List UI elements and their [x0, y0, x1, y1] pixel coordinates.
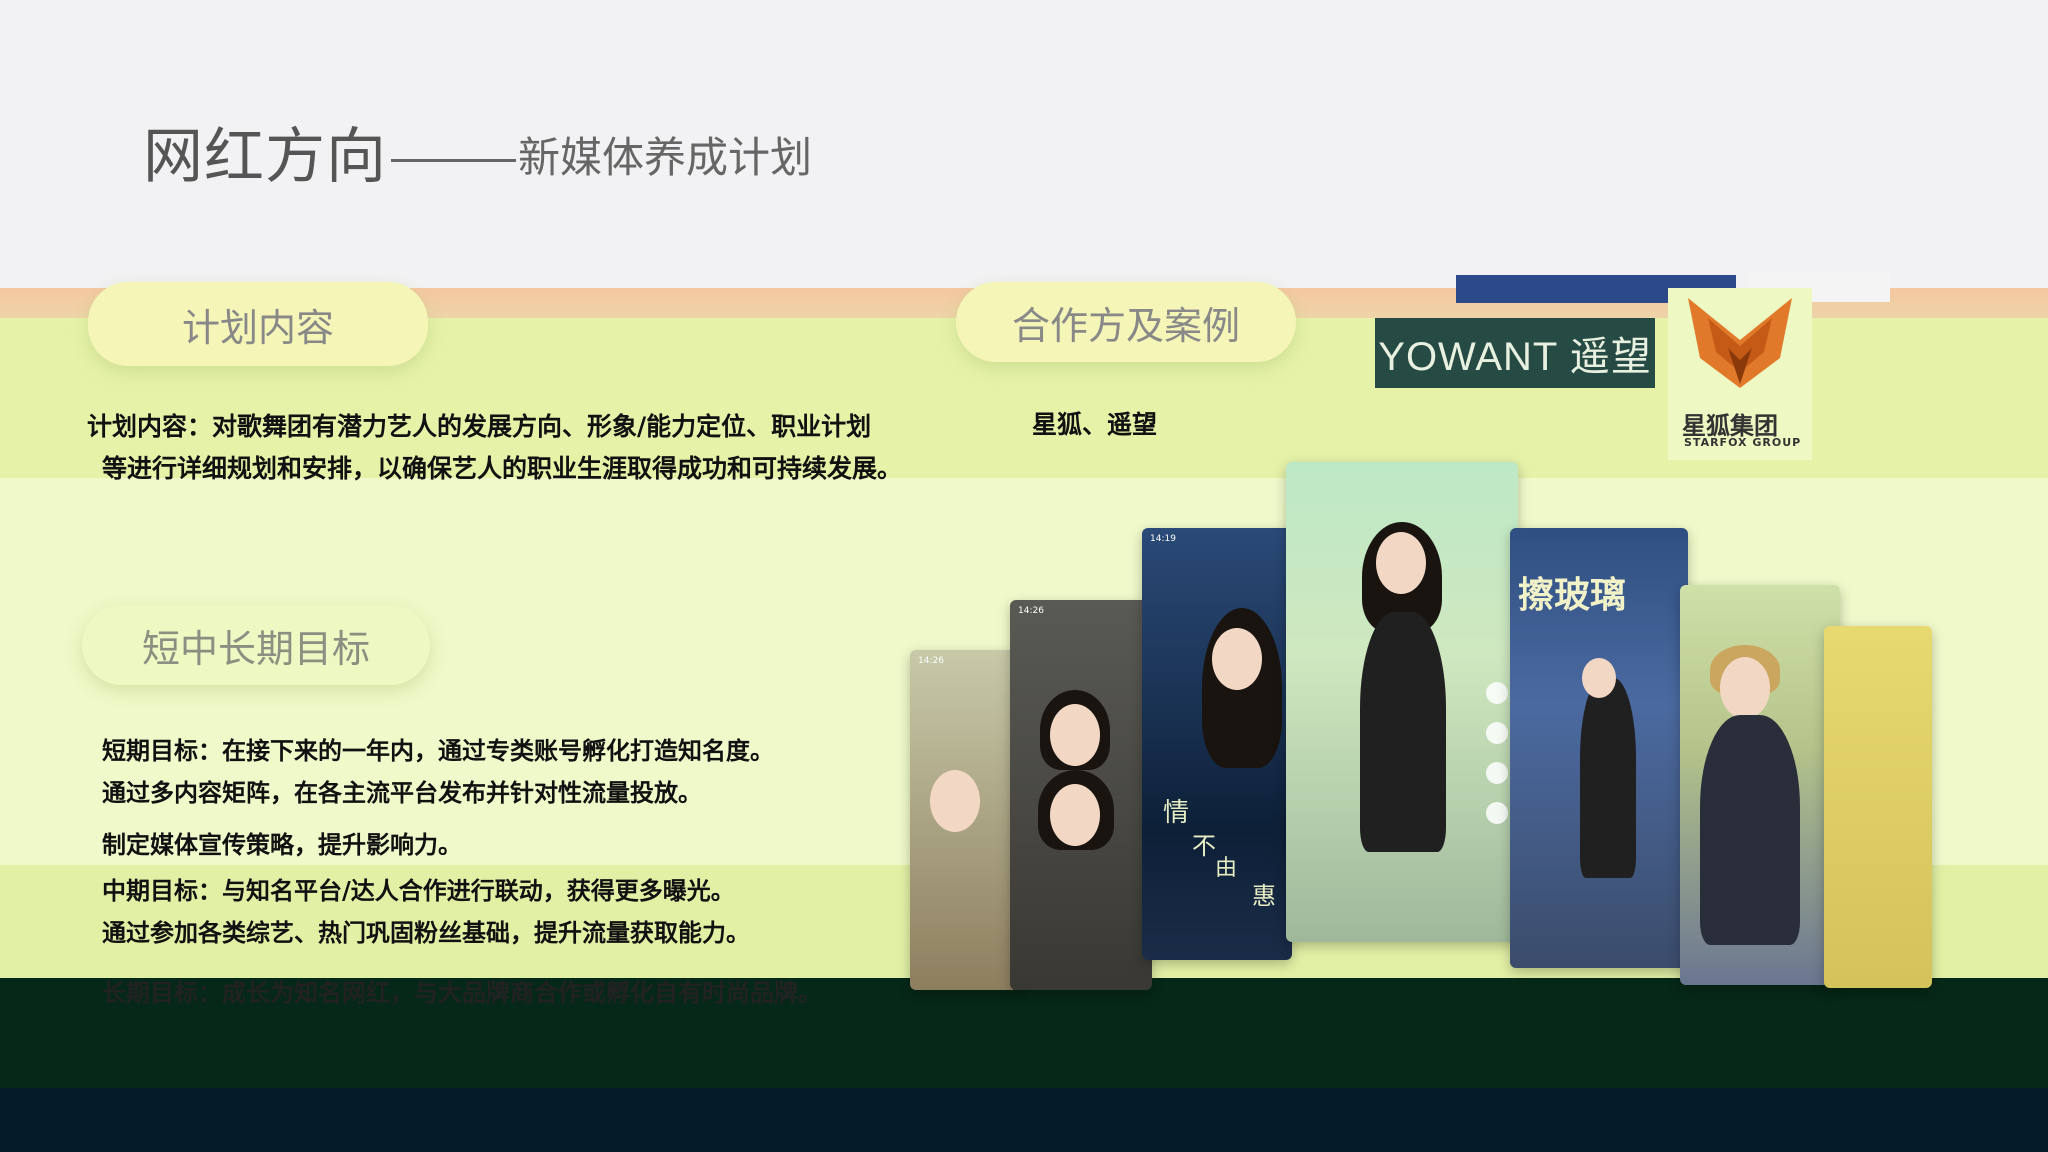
phone-caption-bu: 不 — [1192, 832, 1216, 860]
goal-short-3: 制定媒体宣传策略，提升影响力。 — [102, 830, 462, 859]
page-title-text: 网红方向 — [143, 122, 387, 192]
phone-caption-glass: 擦玻璃 — [1518, 575, 1627, 616]
phone-time-1: 14:26 — [918, 656, 944, 666]
dress-shape — [1360, 612, 1446, 852]
section-goals-title: 短中长期目标 — [82, 605, 430, 685]
person-image — [1050, 784, 1100, 846]
phone-screenshot-1: 14:26 — [910, 650, 1018, 990]
plan-line-2: 等进行详细规划和安排，以确保艺人的职业生涯取得成功和可持续发展。 — [102, 454, 903, 483]
phone-screenshot-4 — [1286, 462, 1518, 942]
person-image — [1582, 658, 1616, 698]
heart-icon — [1486, 682, 1508, 704]
plan-line-1: 计划内容：对歌舞团有潜力艺人的发展方向、形象/能力定位、职业计划 — [87, 412, 872, 441]
star-icon — [1486, 762, 1508, 784]
person-image — [930, 770, 980, 832]
phone-screenshot-2: 14:26 — [1010, 600, 1152, 990]
goal-short-2: 通过多内容矩阵，在各主流平台发布并针对性流量投放。 — [102, 778, 702, 807]
yowant-logo-text: YOWANT 遥望 — [1378, 335, 1652, 379]
goal-mid-1: 中期目标：与知名平台/达人合作进行联动，获得更多曝光。 — [102, 876, 735, 905]
person-image — [1050, 704, 1100, 766]
phone-screenshot-6 — [1680, 585, 1840, 985]
goal-long-1: 长期目标：成长为知名网红，与大品牌商合作或孵化自有时尚品牌。 — [102, 978, 822, 1007]
starfox-logo: 星狐集团 STARFOX GROUP — [1668, 288, 1812, 460]
person-image — [1720, 657, 1770, 719]
phone-caption-hui: 惠 — [1252, 882, 1276, 910]
page-subtitle: 新媒体养成计划 — [518, 133, 813, 182]
starfox-logo-en: STARFOX GROUP — [1684, 436, 1802, 449]
yowant-logo: YOWANT 遥望 — [1375, 318, 1655, 388]
title-dash — [391, 158, 516, 162]
phone-caption-you: 由 — [1215, 856, 1238, 881]
phone-screenshot-7 — [1824, 626, 1932, 988]
navy-band — [0, 1088, 2048, 1152]
section-cooperation-title: 合作方及案例 — [956, 282, 1296, 362]
phone-caption-qing: 情 — [1163, 798, 1190, 828]
page-title: 网红方向 — [143, 108, 524, 195]
goal-mid-2: 通过参加各类综艺、热门巩固粉丝基础，提升流量获取能力。 — [102, 918, 750, 947]
share-icon — [1486, 802, 1508, 824]
fox-icon — [1688, 298, 1792, 388]
dancer-shape — [1580, 678, 1636, 878]
comment-icon — [1486, 722, 1508, 744]
phone-time-3: 14:19 — [1150, 534, 1176, 544]
jacket-shape — [1700, 715, 1800, 945]
goal-short-1: 短期目标：在接下来的一年内，通过专类账号孵化打造知名度。 — [102, 736, 774, 765]
person-image — [1212, 628, 1262, 690]
person-image — [1376, 532, 1426, 594]
partners-text: 星狐、遥望 — [1032, 410, 1158, 439]
phone-time-2: 14:26 — [1018, 606, 1044, 616]
section-plan-title: 计划内容 — [88, 282, 428, 366]
